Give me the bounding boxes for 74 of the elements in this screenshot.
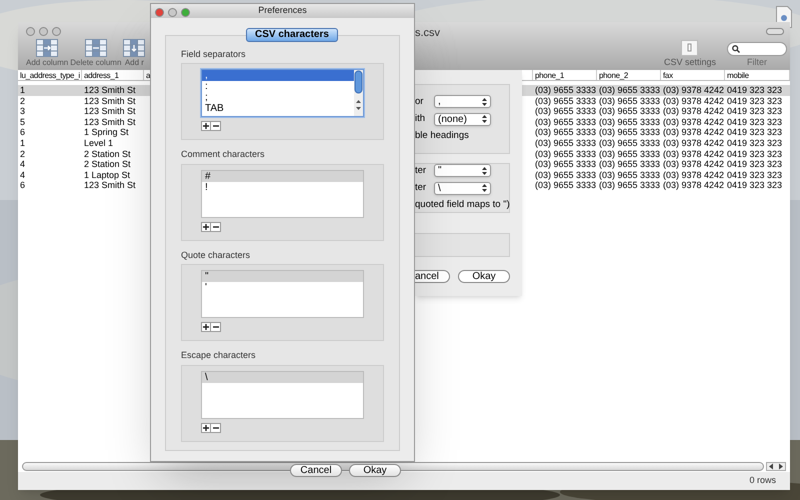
table-cell: (03) 9378 4242 — [663, 106, 724, 117]
group-title: Comment characters — [181, 148, 266, 161]
table-cell: 0419 323 323 — [727, 170, 782, 180]
table-cell: (03) 9655 3333 — [599, 159, 660, 170]
table-cell: 0419 323 323 — [727, 148, 782, 160]
table-cell: Level 1 — [84, 138, 114, 149]
field-label: or — [415, 94, 424, 109]
table-cell: 0419 323 323 — [727, 159, 782, 170]
table-cell: 0419 323 323 — [727, 180, 782, 191]
table-cell: 6 — [20, 127, 26, 138]
option-label: ble headings — [415, 129, 469, 144]
table-cell: (03) 9655 3333 — [535, 138, 596, 149]
table-cell: 123 Smith St — [84, 106, 136, 117]
table-cell: 123 Smith St — [84, 180, 136, 191]
table-cell: (03) 9655 3333 — [535, 127, 596, 138]
table-cell: 0419 323 323 — [727, 96, 782, 106]
table-cell: 1 — [20, 85, 26, 96]
field-label: ter — [415, 180, 426, 195]
table-cell: (03) 9655 3333 — [599, 127, 660, 138]
table-cell: (03) 9655 3333 — [599, 170, 660, 180]
table-cell: (03) 9655 3333 — [599, 106, 660, 117]
table-cell: (03) 9655 3333 — [535, 116, 596, 128]
table-cell: 123 Smith St — [84, 96, 136, 106]
table-cell: (03) 9378 4242 — [663, 159, 724, 170]
table-cell: (03) 9655 3333 — [535, 148, 596, 160]
group-title: Quote characters — [181, 248, 252, 262]
table-cell: (03) 9378 4242 — [663, 96, 724, 106]
table-cell: 2 Station St — [84, 159, 131, 170]
table-cell: (03) 9378 4242 — [663, 127, 724, 138]
table-cell: 2 — [20, 96, 26, 106]
table-cell: (03) 9378 4242 — [663, 116, 724, 128]
table-cell: 0419 323 323 — [727, 106, 782, 117]
table-cell: (03) 9655 3333 — [599, 148, 660, 160]
table-cell: 3 — [20, 106, 26, 117]
table-cell: (03) 9378 4242 — [663, 148, 724, 160]
table-cell: (03) 9655 3333 — [599, 96, 660, 106]
table-cell: 4 — [20, 159, 26, 170]
table-cell: 4 — [20, 170, 26, 180]
toolbar-label: Filter — [747, 56, 767, 68]
window-title: s.csv — [415, 26, 440, 41]
table-cell: (03) 9378 4242 — [663, 180, 724, 191]
table-cell: 1 Spring St — [84, 127, 129, 138]
option-label: quoted field maps to ") — [415, 198, 510, 212]
table-cell: (03) 9655 3333 — [535, 180, 596, 191]
table-cell: 123 Smith St — [84, 85, 136, 96]
group-title: Field separators — [181, 48, 247, 61]
table-cell: (03) 9655 3333 — [599, 138, 660, 149]
table-cell: (03) 9655 3333 — [535, 170, 596, 180]
table-cell: (03) 9655 3333 — [535, 106, 596, 117]
table-cell: (03) 9655 3333 — [599, 85, 660, 96]
table-cell: 6 — [20, 180, 26, 191]
field-label: ith — [415, 112, 426, 126]
table-cell: (03) 9655 3333 — [535, 85, 596, 96]
table-cell: (03) 9378 4242 — [663, 170, 724, 180]
table-cell: (03) 9655 3333 — [599, 116, 660, 128]
table-cell: 2 — [20, 148, 26, 160]
table-cell: 0419 323 323 — [727, 127, 782, 138]
table-cell: (03) 9655 3333 — [599, 180, 660, 191]
group-title: Escape characters — [181, 349, 257, 362]
table-cell: 1 — [20, 138, 26, 149]
window-title: Preferences — [258, 4, 307, 17]
table-cell: 0419 323 323 — [727, 116, 782, 128]
table-cell: (03) 9655 3333 — [535, 96, 596, 106]
row-count: 0 rows — [749, 474, 776, 488]
table-cell: (03) 9378 4242 — [663, 85, 724, 96]
table-cell: 123 Smith St — [84, 116, 136, 128]
table-cell: (03) 9378 4242 — [663, 138, 724, 149]
field-label: ter — [415, 164, 426, 178]
table-cell: 5 — [20, 116, 26, 128]
table-cell: 1 Laptop St — [84, 170, 130, 180]
table-cell: 0419 323 323 — [727, 85, 782, 96]
table-cell: (03) 9655 3333 — [535, 159, 596, 170]
table-cell: 0419 323 323 — [727, 138, 782, 149]
table-cell: 2 Station St — [84, 148, 131, 160]
